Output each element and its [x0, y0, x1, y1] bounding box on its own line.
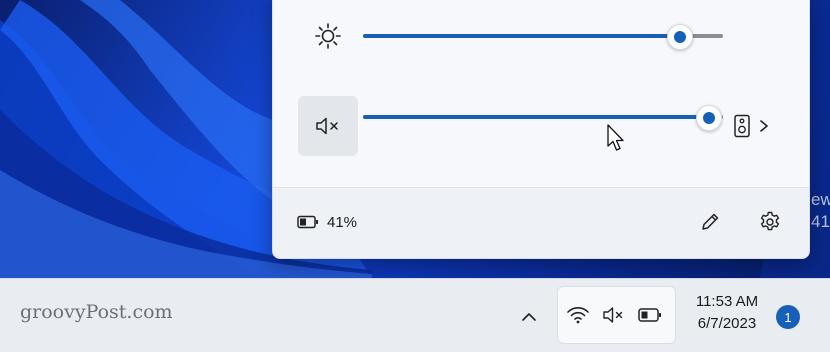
battery-icon — [297, 215, 318, 229]
wifi-icon — [567, 307, 589, 324]
battery-icon — [638, 308, 661, 322]
taskbar: groovyPost.com 11:53 AM 6/7/2023 1 — [0, 278, 830, 352]
notification-badge[interactable]: 1 — [776, 305, 800, 329]
audio-output-button[interactable] — [733, 110, 783, 142]
chevron-right-icon — [760, 120, 768, 132]
quick-settings-flyout: 41% — [272, 0, 810, 259]
gear-icon — [760, 211, 780, 231]
volume-muted-icon — [603, 307, 623, 323]
brightness-slider-thumb[interactable] — [667, 24, 693, 50]
volume-slider-fill — [363, 115, 709, 119]
show-hidden-icons-button[interactable] — [515, 303, 543, 331]
pencil-icon — [702, 213, 719, 230]
volume-row — [273, 96, 809, 156]
battery-status[interactable]: 41% — [297, 210, 357, 234]
slider-section — [273, 0, 809, 187]
volume-muted-icon — [316, 117, 338, 135]
edit-quick-settings-button[interactable] — [695, 207, 725, 237]
volume-tray-icon — [602, 304, 626, 326]
brightness-sun-icon — [315, 23, 341, 49]
settings-button[interactable] — [755, 207, 785, 237]
battery-tray-icon — [638, 304, 662, 326]
mute-toggle-button[interactable] — [298, 96, 358, 156]
clock-time: 11:53 AM — [695, 293, 759, 310]
brightness-slider-fill — [363, 34, 680, 38]
chevron-up-icon — [522, 313, 536, 321]
speaker-device-icon — [734, 114, 750, 138]
volume-slider[interactable] — [363, 105, 723, 131]
clock-date: 6/7/2023 — [697, 315, 757, 332]
brightness-row — [273, 6, 809, 66]
mouse-pointer-icon — [607, 124, 624, 151]
clock-button[interactable]: 11:53 AM 6/7/2023 — [682, 291, 772, 335]
wifi-tray-icon — [566, 304, 590, 326]
quick-settings-tray-button[interactable] — [557, 286, 676, 344]
brightness-slider[interactable] — [363, 24, 723, 50]
wallpaper-edge-text: 41 — [811, 212, 830, 231]
quick-settings-footer: 41% — [273, 187, 809, 258]
wallpaper-edge-text: ew — [811, 190, 830, 209]
volume-slider-thumb[interactable] — [696, 105, 722, 131]
brightness-button[interactable] — [298, 6, 358, 66]
watermark-text: groovyPost.com — [20, 301, 173, 323]
battery-percentage: 41% — [327, 213, 358, 231]
